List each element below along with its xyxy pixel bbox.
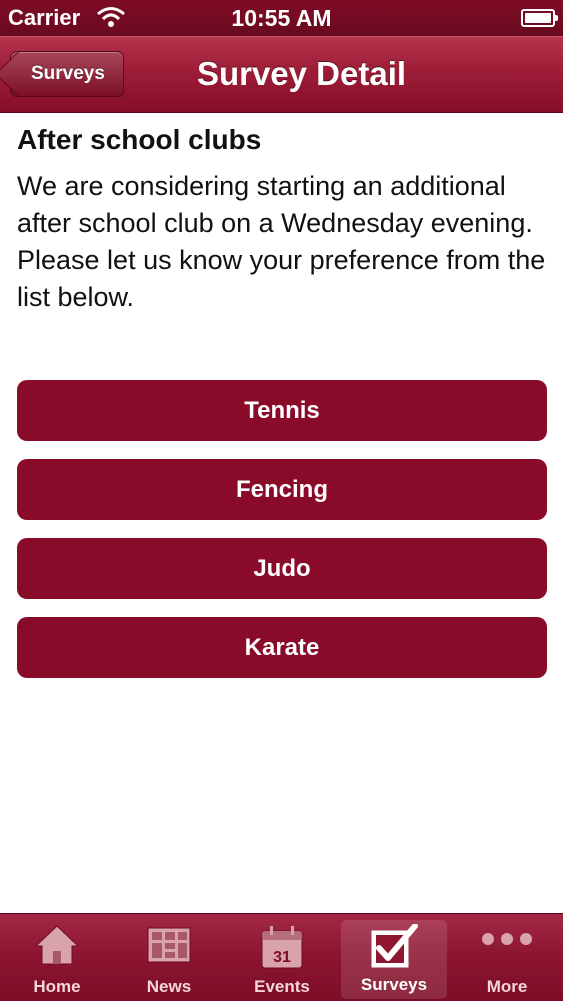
- back-button-label: Surveys: [31, 63, 105, 84]
- tab-surveys[interactable]: Surveys: [341, 920, 447, 999]
- option-button-karate[interactable]: Karate: [17, 617, 547, 678]
- battery-icon: [521, 9, 558, 27]
- survey-title: After school clubs: [17, 124, 262, 155]
- tab-label-more: More: [486, 977, 528, 996]
- calendar-icon: 31: [261, 926, 303, 969]
- tab-home[interactable]: Home: [2, 914, 112, 1001]
- survey-options: Tennis Fencing Judo Karate: [17, 380, 547, 696]
- navigation-bar: Surveys Survey Detail: [0, 36, 563, 113]
- page-title: Survey Detail: [196, 55, 407, 92]
- status-bar: Carrier 10:55 AM: [0, 0, 563, 36]
- news-icon: [147, 927, 191, 963]
- option-button-tennis[interactable]: Tennis: [17, 380, 547, 441]
- tab-label-home: Home: [33, 977, 81, 996]
- tab-label-events: Events: [254, 977, 310, 996]
- tab-news[interactable]: News: [114, 914, 224, 1001]
- option-button-judo[interactable]: Judo: [17, 538, 547, 599]
- back-button[interactable]: Surveys: [10, 51, 124, 97]
- survey-content: After school clubs We are considering st…: [17, 122, 547, 316]
- checkbox-icon: [371, 924, 418, 968]
- survey-description: We are considering starting an additiona…: [17, 171, 546, 312]
- more-icon: [482, 933, 532, 945]
- tab-events[interactable]: 31 Events: [227, 914, 337, 1001]
- option-button-fencing[interactable]: Fencing: [17, 459, 547, 520]
- calendar-icon-day: 31: [273, 949, 291, 966]
- tab-more[interactable]: More: [452, 914, 562, 1001]
- tab-bar: Home News 31 Events Surveys More: [0, 913, 563, 1001]
- tab-label-surveys: Surveys: [360, 975, 428, 994]
- tab-label-news: News: [146, 977, 192, 996]
- home-icon: [34, 925, 80, 965]
- status-time: 10:55 AM: [231, 5, 332, 31]
